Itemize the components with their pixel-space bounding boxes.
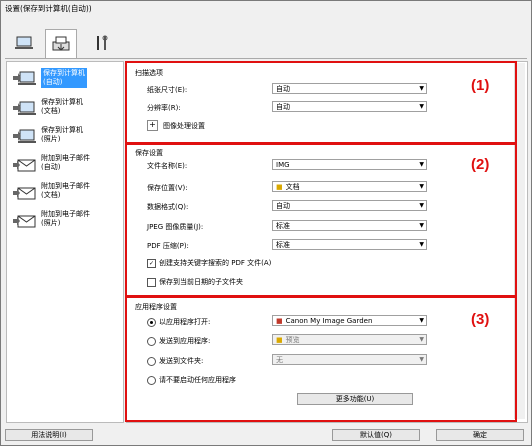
send-to-folder-radio[interactable]: 发送到文件夹: xyxy=(147,356,203,366)
paper-size-select[interactable]: 自动 ▼ xyxy=(272,83,427,94)
section-marker-3: (3) xyxy=(471,311,490,328)
window-title: 设置(保存到计算机(自动)) xyxy=(5,4,92,13)
sidebar-item-email-auto[interactable]: 附加到电子邮件 (自动) xyxy=(7,152,121,180)
sidebar-item-email-photo[interactable]: 附加到电子邮件 (照片) xyxy=(7,208,121,236)
settings-window: 设置(保存到计算机(自动)) 保存到计算机 (自动) 保存到计算机 (文档) 保… xyxy=(0,0,532,446)
keyword-pdf-checkbox[interactable]: ✓ 创建支持关键字搜索的 PDF 文件(A) xyxy=(147,258,271,268)
app-icon: ■ xyxy=(276,316,283,325)
folder-icon: ■ xyxy=(276,182,283,191)
computer-icon xyxy=(15,36,33,49)
open-with-radio[interactable]: 以应用程序打开: xyxy=(147,317,210,327)
resolution-label: 分辨率(R): xyxy=(147,104,181,112)
email-icon xyxy=(7,182,41,204)
file-name-input[interactable]: IMG ▼ xyxy=(272,159,427,170)
chevron-down-icon: ▼ xyxy=(419,241,424,248)
save-in-label: 保存位置(V): xyxy=(147,184,188,192)
email-icon xyxy=(7,154,41,176)
save-settings-title: 保存设置 xyxy=(135,149,163,157)
sidebar-item-save-computer-document[interactable]: 保存到计算机 (文档) xyxy=(7,96,121,124)
app-icon: ■ xyxy=(276,335,283,344)
tab-scan-from-computer[interactable] xyxy=(9,29,39,57)
radio-unselected xyxy=(147,336,156,346)
chevron-down-icon: ▼ xyxy=(419,356,424,363)
checkbox-unchecked xyxy=(147,277,156,287)
save-computer-icon xyxy=(7,68,41,90)
save-computer-icon xyxy=(7,98,41,120)
sidebar-item-label: 保存到计算机 (照片) xyxy=(41,126,83,143)
section-marker-1: (1) xyxy=(471,77,490,94)
data-format-select[interactable]: 自动 ▼ xyxy=(272,200,427,211)
email-icon xyxy=(7,210,41,232)
data-format-label: 数据格式(Q): xyxy=(147,203,189,211)
chevron-down-icon: ▼ xyxy=(419,336,424,343)
app-settings-title: 应用程序设置 xyxy=(135,303,177,311)
ok-button[interactable]: 确定 xyxy=(436,429,524,441)
chevron-down-icon: ▼ xyxy=(419,317,424,324)
jpeg-quality-label: JPEG 图像质量(J): xyxy=(147,223,204,231)
sidebar-item-save-computer-photo[interactable]: 保存到计算机 (照片) xyxy=(7,124,121,152)
send-to-app-select[interactable]: ■ 预览 ▼ xyxy=(272,334,427,345)
open-with-select[interactable]: ■ Canon My Image Garden ▼ xyxy=(272,315,427,326)
send-to-app-radio[interactable]: 发送到应用程序: xyxy=(147,336,210,346)
sidebar-item-label: 保存到计算机 (文档) xyxy=(41,98,83,115)
tab-scan-from-panel[interactable] xyxy=(45,29,77,58)
sidebar-item-label: 附加到电子邮件 (自动) xyxy=(41,154,90,171)
pdf-compression-label: PDF 压缩(P): xyxy=(147,242,189,250)
image-processing-toggle[interactable]: + 图像处理设置 xyxy=(147,120,205,131)
chevron-down-icon: ▼ xyxy=(419,85,424,92)
scan-options-title: 扫描选项 xyxy=(135,69,163,77)
sidebar-item-label: 附加到电子邮件 (照片) xyxy=(41,210,90,227)
send-to-folder-select[interactable]: 无 ▼ xyxy=(272,354,427,365)
chevron-down-icon: ▼ xyxy=(419,161,424,168)
pdf-compression-select[interactable]: 标准 ▼ xyxy=(272,239,427,250)
radio-selected xyxy=(147,317,156,327)
chevron-down-icon: ▼ xyxy=(419,103,424,110)
sidebar: 保存到计算机 (自动) 保存到计算机 (文档) 保存到计算机 (照片) 附加到电… xyxy=(6,61,124,423)
paper-size-label: 纸张尺寸(E): xyxy=(147,86,188,94)
chevron-down-icon: ▼ xyxy=(419,222,424,229)
chevron-down-icon: ▼ xyxy=(419,183,424,190)
sidebar-item-label: 保存到计算机 (自动) xyxy=(41,68,87,88)
tab-general-settings[interactable] xyxy=(87,29,117,57)
radio-unselected xyxy=(147,356,156,366)
resolution-select[interactable]: 自动 ▼ xyxy=(272,101,427,112)
jpeg-quality-select[interactable]: 标准 ▼ xyxy=(272,220,427,231)
checkbox-checked: ✓ xyxy=(147,258,156,268)
chevron-down-icon: ▼ xyxy=(419,202,424,209)
instructions-button[interactable]: 用法说明(I) xyxy=(5,429,93,441)
scanner-icon xyxy=(52,36,70,51)
sidebar-item-email-document[interactable]: 附加到电子邮件 (文档) xyxy=(7,180,121,208)
expand-icon: + xyxy=(147,120,158,131)
save-computer-icon xyxy=(7,126,41,148)
sidebar-item-save-computer-auto[interactable]: 保存到计算机 (自动) xyxy=(7,66,121,94)
defaults-button[interactable]: 默认值(Q) xyxy=(332,429,420,441)
radio-unselected xyxy=(147,375,156,385)
toolbar xyxy=(5,29,525,58)
do-not-start-radio[interactable]: 请不要启动任何应用程序 xyxy=(147,375,236,385)
save-in-select[interactable]: ■ 文档 ▼ xyxy=(272,181,427,192)
tools-icon xyxy=(97,35,108,50)
subfolder-checkbox[interactable]: 保存到当前日期的子文件夹 xyxy=(147,277,243,287)
section-marker-2: (2) xyxy=(471,156,490,173)
file-name-label: 文件名称(E): xyxy=(147,162,188,170)
sidebar-item-label: 附加到电子邮件 (文档) xyxy=(41,182,90,199)
more-functions-button[interactable]: 更多功能(U) xyxy=(297,393,413,405)
